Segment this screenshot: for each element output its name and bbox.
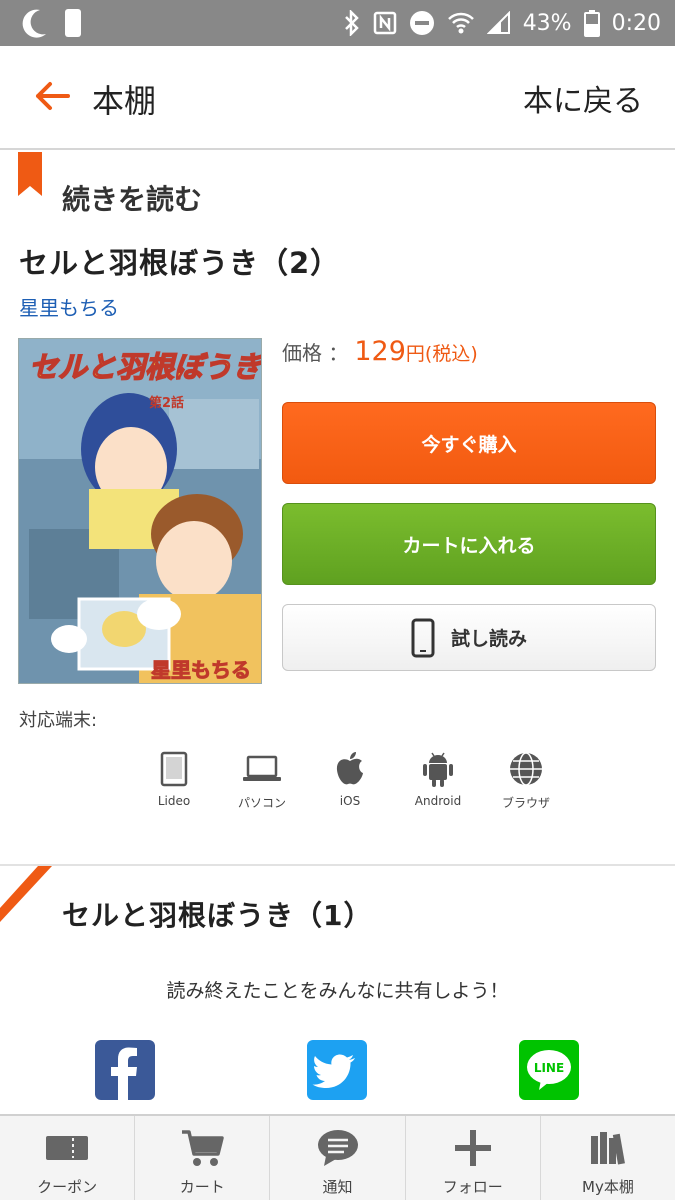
price-label: 価格 ： <box>282 341 349 365</box>
do-not-disturb-icon <box>409 11 434 35</box>
add-to-cart-button[interactable]: カートに入れる <box>282 503 656 585</box>
price-value: 129 <box>354 336 406 367</box>
plus-icon <box>454 1130 491 1166</box>
app-header: 本棚 本に戻る <box>0 46 675 150</box>
tablet-icon <box>160 751 188 787</box>
cart-icon <box>182 1130 225 1166</box>
line-share-button[interactable]: LINE <box>519 1040 579 1100</box>
section-divider <box>0 864 675 866</box>
cover-author-text: 星里もちる <box>151 658 251 682</box>
nav-follow[interactable]: フォロー <box>406 1116 541 1200</box>
twitter-share-button[interactable] <box>307 1040 367 1100</box>
android-icon <box>423 752 453 787</box>
nav-coupon[interactable]: クーポン <box>0 1116 136 1200</box>
notification-icon <box>317 1130 358 1166</box>
facebook-icon <box>111 1047 137 1100</box>
return-to-book-button[interactable]: 本に戻る <box>523 76 643 120</box>
supported-devices: Lideo パソコン iOS Android ブラウザ <box>130 748 570 811</box>
nav-cart[interactable]: カート <box>135 1116 271 1200</box>
bookshelf-icon <box>590 1132 625 1165</box>
facebook-share-button[interactable] <box>95 1040 155 1100</box>
book-cover[interactable]: セルと羽根ぼうき 第2話 星里もちる <box>18 338 262 684</box>
author-link[interactable]: 星里もちる <box>19 292 119 321</box>
moon-icon <box>22 9 46 38</box>
cover-title-text: セルと羽根ぼうき <box>29 350 261 384</box>
price-unit: 円(税込) <box>405 343 478 365</box>
back-button[interactable] <box>30 74 74 118</box>
wifi-icon <box>447 12 474 34</box>
line-icon-text: LINE <box>534 1061 564 1075</box>
section-heading: 続きを読む <box>62 183 203 216</box>
globe-icon <box>510 752 542 786</box>
trial-read-button[interactable]: 試し読み <box>282 604 656 671</box>
line-icon: LINE <box>527 1050 571 1090</box>
bookmark-ribbon <box>18 152 42 196</box>
bluetooth-icon <box>344 10 359 36</box>
sd-card-icon <box>65 9 81 37</box>
laptop-icon <box>243 755 281 781</box>
arrow-left-icon <box>36 82 70 110</box>
signal-icon <box>486 11 510 34</box>
bottom-navigation: クーポン カート 通知 フォロー My本棚 <box>0 1114 675 1200</box>
clock: 0:20 <box>611 10 661 36</box>
device-pc: パソコン <box>218 748 306 811</box>
twitter-icon <box>312 1054 355 1088</box>
nav-my-bookshelf[interactable]: My本棚 <box>541 1116 675 1200</box>
nav-notification[interactable]: 通知 <box>270 1116 406 1200</box>
battery-percent: 43% <box>522 10 572 36</box>
price-row: 価格 ： 129円(税込) <box>282 336 478 367</box>
trial-read-label: 試し読み <box>450 628 527 650</box>
battery-icon <box>583 10 600 37</box>
share-prompt: 読み終えたことをみんなに共有しよう！ <box>166 980 509 1002</box>
supported-devices-label: 対応端末: <box>19 710 98 731</box>
apple-icon <box>336 752 363 785</box>
device-browser: ブラウザ <box>482 748 570 811</box>
previous-book-title: セルと羽根ぼうき（1） <box>62 899 373 932</box>
corner-stripe <box>0 866 52 922</box>
status-bar: 43% 0:20 <box>0 0 675 46</box>
device-ios: iOS <box>306 748 394 811</box>
device-android: Android <box>394 748 482 811</box>
page-title: 本棚 <box>92 82 157 120</box>
cover-episode-text: 第2話 <box>149 395 184 411</box>
device-lideo: Lideo <box>130 748 218 811</box>
nfc-icon <box>373 11 396 35</box>
buy-now-button[interactable]: 今すぐ購入 <box>282 402 656 484</box>
smartphone-icon <box>411 618 435 657</box>
book-title: セルと羽根ぼうき（2） <box>19 246 341 280</box>
coupon-icon <box>46 1136 89 1160</box>
